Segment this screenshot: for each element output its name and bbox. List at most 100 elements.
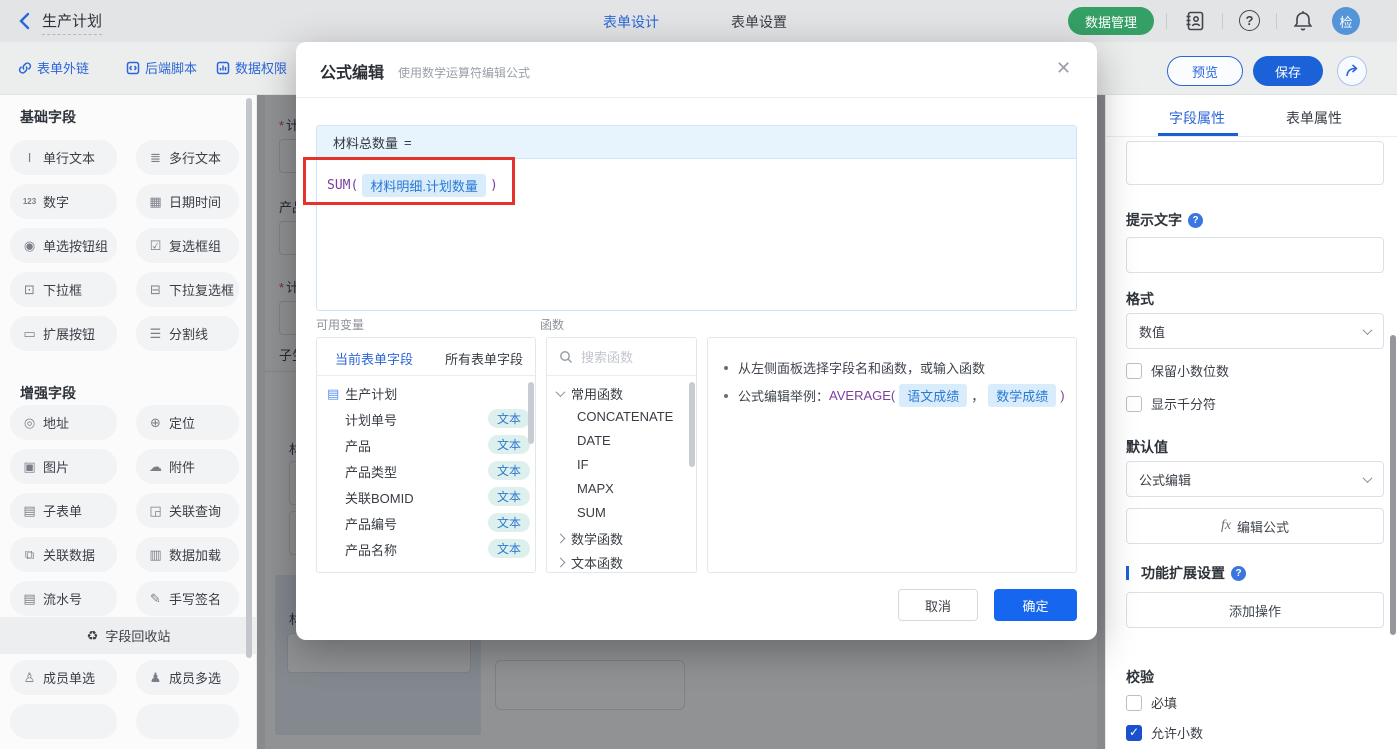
field-type-multi-line-text[interactable]: ≣ 多行文本	[136, 140, 239, 175]
variable-item[interactable]: 产品类型	[345, 462, 397, 481]
field-type-member-multi[interactable]: ♟ 成员多选	[136, 660, 239, 695]
field-type-locate[interactable]: ⊕ 定位	[136, 405, 239, 440]
field-type-address[interactable]: ◎ 地址	[10, 405, 117, 440]
field-type-datetime[interactable]: ▦ 日期时间	[136, 184, 239, 219]
field-type-lookup[interactable]: ◲ 关联查询	[136, 493, 239, 528]
fx-icon: fx	[1220, 518, 1232, 533]
panel-scrollbar[interactable]	[1390, 335, 1396, 635]
hint-text-input[interactable]	[1126, 237, 1384, 273]
checkbox-unchecked[interactable]	[1126, 362, 1142, 379]
function-search[interactable]: 搜索函数	[547, 338, 696, 376]
formula-expression[interactable]: SUM( 材料明细.计划数量 )	[327, 174, 498, 197]
chevron-right-icon	[555, 533, 566, 544]
field-type-divider-line[interactable]: ☰ 分割线	[136, 316, 239, 351]
function-item[interactable]: SUM	[577, 505, 606, 520]
tab-form-design[interactable]: 表单设计	[603, 12, 659, 32]
function-item[interactable]: DATE	[577, 433, 611, 448]
field-type-signature[interactable]: ✎ 手写签名	[136, 581, 239, 616]
lookup-icon: ◲	[149, 502, 162, 518]
address-pin-icon: ◎	[23, 414, 36, 430]
data-manage-button[interactable]: 数据管理	[1068, 7, 1154, 35]
confirm-button[interactable]: 确定	[994, 589, 1077, 621]
add-action-button[interactable]: 添加操作	[1126, 592, 1384, 628]
default-value-select[interactable]: 公式编辑	[1126, 461, 1384, 497]
help-icon[interactable]: ?	[1239, 10, 1260, 31]
data-permission-icon	[216, 61, 230, 74]
field-type-linked-data[interactable]: ⧉ 关联数据	[10, 537, 117, 572]
divider	[1222, 13, 1223, 29]
field-type-number[interactable]: 123 数字	[10, 184, 117, 219]
checkbox-unchecked[interactable]	[1126, 395, 1142, 412]
share-button[interactable]	[1337, 56, 1367, 86]
extension-help-icon[interactable]: ?	[1231, 565, 1246, 581]
required-checkbox[interactable]: 必填	[1126, 693, 1177, 712]
tab-form-settings[interactable]: 表单设置	[731, 12, 787, 32]
function-group-common[interactable]: 常用函数	[555, 384, 623, 403]
variable-item[interactable]: 产品名称	[345, 540, 397, 559]
field-type-dropdown[interactable]: ⊡ 下拉框	[10, 272, 117, 307]
formula-editor[interactable]: 材料总数量 = SUM( 材料明细.计划数量 )	[316, 125, 1077, 311]
preview-button[interactable]: 预览	[1167, 56, 1243, 86]
form-external-link-button[interactable]: 表单外链	[18, 58, 89, 77]
back-icon[interactable]	[19, 12, 30, 30]
field-type-attachment[interactable]: ☁ 附件	[136, 449, 239, 484]
variable-item[interactable]: 关联BOMID	[345, 488, 414, 507]
tab-all-form-fields[interactable]: 所有表单字段	[445, 349, 523, 368]
function-item[interactable]: CONCATENATE	[577, 409, 673, 424]
cancel-button[interactable]: 取消	[898, 589, 978, 621]
dropdown-icon: ⊡	[24, 281, 35, 297]
hint-help-icon[interactable]: ?	[1188, 212, 1203, 228]
field-type-subform[interactable]: ▤ 子表单	[10, 493, 117, 528]
formula-target-bar: 材料总数量 =	[317, 126, 1076, 159]
functions-scrollbar[interactable]	[689, 382, 695, 467]
checkbox-checked[interactable]	[1126, 724, 1142, 741]
divider	[296, 97, 1097, 98]
tab-form-properties[interactable]: 表单属性	[1286, 108, 1342, 128]
field-type-radio-group[interactable]: ◉ 单选按钮组	[10, 228, 117, 263]
type-badge: 文本	[488, 435, 531, 454]
function-group-text[interactable]: 文本函数	[555, 553, 623, 572]
close-icon[interactable]: ✕	[1056, 58, 1071, 79]
function-item[interactable]: IF	[577, 457, 589, 472]
field-type-data-load[interactable]: ▥ 数据加载	[136, 537, 239, 572]
type-badge: 文本	[488, 461, 531, 480]
variable-item[interactable]: 产品编号	[345, 514, 397, 533]
field-type-partial[interactable]	[10, 704, 117, 739]
tab-field-properties[interactable]: 字段属性	[1169, 108, 1225, 128]
function-item[interactable]: MAPX	[577, 481, 614, 496]
avatar[interactable]: 检	[1332, 7, 1360, 35]
tab-current-form-fields[interactable]: 当前表单字段	[335, 349, 413, 368]
variable-item[interactable]: 产品	[345, 436, 371, 455]
field-type-multi-dropdown[interactable]: ⊟ 下拉复选框	[136, 272, 239, 307]
save-button[interactable]: 保存	[1253, 56, 1323, 86]
function-group-math[interactable]: 数学函数	[555, 529, 623, 548]
variables-scrollbar[interactable]	[528, 382, 534, 444]
variable-tree-root[interactable]: ▤ 生产计划	[327, 384, 397, 403]
field-type-extend-button[interactable]: ▭ 扩展按钮	[10, 316, 117, 351]
field-reference-token[interactable]: 材料明细.计划数量	[362, 174, 486, 197]
bell-icon[interactable]	[1292, 9, 1314, 32]
linked-data-icon: ⧉	[24, 546, 35, 562]
field-type-single-line-text[interactable]: I 单行文本	[10, 140, 117, 175]
field-type-image[interactable]: ▣ 图片	[10, 449, 117, 484]
checkbox-unchecked[interactable]	[1126, 694, 1142, 711]
keep-decimals-checkbox[interactable]: 保留小数位数	[1126, 361, 1229, 380]
field-name-input[interactable]	[1126, 141, 1384, 185]
sidebar-scrollbar[interactable]	[246, 98, 252, 658]
field-type-member-single[interactable]: ♙ 成员单选	[10, 660, 117, 695]
field-recycle-bin[interactable]: ♻ 字段回收站	[0, 617, 256, 654]
variables-label: 可用变量	[316, 318, 365, 332]
data-permission-button[interactable]: 数据权限	[216, 58, 287, 77]
variable-item[interactable]: 计划单号	[345, 410, 397, 429]
link-icon	[18, 61, 32, 74]
field-type-partial[interactable]	[136, 704, 239, 739]
format-select[interactable]: 数值	[1126, 313, 1384, 349]
edit-formula-button[interactable]: fx 编辑公式	[1126, 508, 1384, 544]
contact-book-icon[interactable]	[1184, 10, 1206, 32]
allow-decimal-checkbox[interactable]: 允许小数	[1126, 723, 1203, 742]
backend-script-button[interactable]: 后端脚本	[126, 58, 197, 77]
thousands-separator-checkbox[interactable]: 显示千分符	[1126, 394, 1216, 413]
field-type-serial-number[interactable]: ▤ 流水号	[10, 581, 117, 616]
field-type-checkbox-group[interactable]: ☑ 复选框组	[136, 228, 239, 263]
type-badge: 文本	[488, 539, 531, 558]
